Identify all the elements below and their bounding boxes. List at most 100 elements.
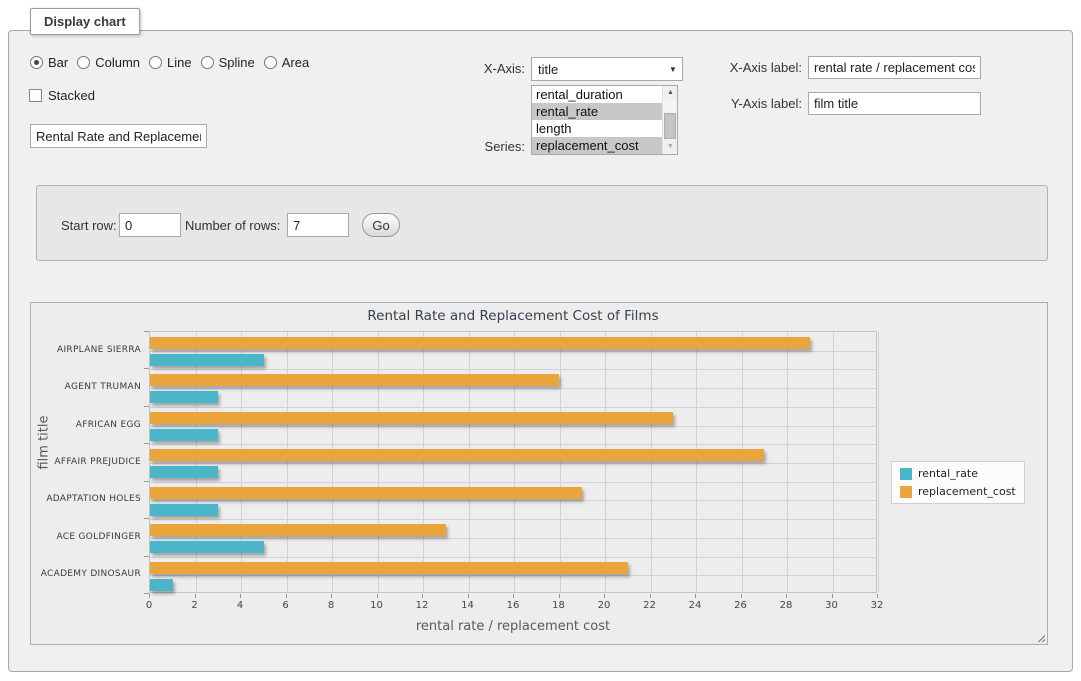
y-axis-tick (144, 556, 149, 557)
x-axis-tick (786, 594, 787, 598)
legend-swatch-icon (900, 468, 912, 480)
scroll-down-icon[interactable]: ▼ (663, 140, 678, 154)
x-axis-tick-label: 26 (726, 600, 756, 611)
series-option-rental_duration[interactable]: rental_duration (532, 86, 662, 103)
chart-type-radio-bar[interactable]: Bar (30, 55, 68, 70)
gridline-horizontal (150, 351, 876, 352)
chart-legend: rental_ratereplacement_cost (891, 461, 1025, 504)
gridline-vertical (742, 332, 743, 592)
gridline-vertical (696, 332, 697, 592)
y-axis-label-label: Y-Axis label: (712, 96, 802, 111)
gridline-horizontal (150, 519, 876, 520)
stacked-label: Stacked (48, 88, 95, 103)
x-axis-tick (422, 594, 423, 598)
chart-title-input[interactable] (30, 124, 207, 148)
panel-title: Display chart (30, 8, 140, 35)
x-axis-select[interactable]: title ▼ (531, 57, 683, 81)
category-label: AGENT TRUMAN (33, 382, 141, 392)
radio-label: Bar (48, 55, 68, 70)
gridline-horizontal (150, 538, 876, 539)
number-of-rows-input[interactable] (287, 213, 349, 237)
x-axis-tick-label: 14 (453, 600, 483, 611)
stacked-checkbox[interactable] (29, 89, 42, 102)
resize-grip-icon[interactable] (1035, 632, 1045, 642)
bar-rental_rate-adaptation-holes (150, 504, 218, 516)
y-axis-tick (144, 368, 149, 369)
bar-rental_rate-agent-truman (150, 391, 218, 403)
series-option-rental_rate[interactable]: rental_rate (532, 103, 662, 120)
legend-label: rental_rate (918, 467, 978, 480)
x-axis-tick-label: 12 (407, 600, 437, 611)
category-label: AIRPLANE SIERRA (33, 345, 141, 355)
chart-type-radio-area[interactable]: Area (264, 55, 309, 70)
bar-replacement_cost-academy-dinosaur (150, 562, 628, 574)
gridline-horizontal (150, 575, 876, 576)
y-axis-tick (144, 518, 149, 519)
gridline-vertical (651, 332, 652, 592)
x-axis-select-label: X-Axis: (460, 61, 525, 76)
x-axis-tick (832, 594, 833, 598)
series-options: rental_durationrental_ratelengthreplacem… (532, 86, 662, 154)
x-axis-tick-label: 4 (225, 600, 255, 611)
go-button[interactable]: Go (362, 213, 400, 237)
bar-rental_rate-airplane-sierra (150, 354, 264, 366)
gridline-horizontal (150, 369, 876, 370)
radio-icon[interactable] (77, 56, 90, 69)
chart-plot-area (149, 331, 877, 593)
x-axis-tick-label: 16 (498, 600, 528, 611)
bar-replacement_cost-adaptation-holes (150, 487, 582, 499)
x-axis-tick-label: 22 (635, 600, 665, 611)
gridline-vertical (560, 332, 561, 592)
gridline-vertical (787, 332, 788, 592)
gridline-vertical (469, 332, 470, 592)
chart-type-radio-line[interactable]: Line (149, 55, 192, 70)
x-axis-tick (513, 594, 514, 598)
scroll-up-icon[interactable]: ▲ (663, 86, 678, 100)
gridline-vertical (287, 332, 288, 592)
gridline-horizontal (150, 388, 876, 389)
gridline-vertical (878, 332, 879, 592)
bar-replacement_cost-affair-prejudice (150, 449, 764, 461)
radio-icon[interactable] (201, 56, 214, 69)
chart-x-axis-title: rental rate / replacement cost (149, 619, 877, 634)
series-multiselect[interactable]: rental_durationrental_ratelengthreplacem… (531, 85, 678, 155)
legend-swatch-icon (900, 486, 912, 498)
radio-label: Column (95, 55, 140, 70)
x-axis-tick-label: 24 (680, 600, 710, 611)
x-axis-tick (240, 594, 241, 598)
stacked-option[interactable]: Stacked (29, 88, 95, 103)
chart-type-radio-group: Bar Column Line Spline Area (30, 55, 309, 70)
x-axis-label-input[interactable] (808, 56, 981, 79)
series-list-label: Series: (460, 139, 525, 154)
series-option-replacement_cost[interactable]: replacement_cost (532, 137, 662, 154)
chart-type-radio-spline[interactable]: Spline (201, 55, 255, 70)
x-axis-tick (468, 594, 469, 598)
gridline-horizontal (150, 444, 876, 445)
x-axis-tick (877, 594, 878, 598)
bar-replacement_cost-ace-goldfinger (150, 524, 446, 536)
start-row-input[interactable] (119, 213, 181, 237)
x-axis-tick (286, 594, 287, 598)
x-axis-tick (149, 594, 150, 598)
radio-icon[interactable] (30, 56, 43, 69)
radio-label: Area (282, 55, 309, 70)
x-axis-tick-label: 8 (316, 600, 346, 611)
gridline-horizontal (150, 426, 876, 427)
bar-rental_rate-academy-dinosaur (150, 579, 173, 591)
series-option-length[interactable]: length (532, 120, 662, 137)
row-range-fieldset: Start row: Number of rows: Go (36, 185, 1048, 261)
radio-label: Line (167, 55, 192, 70)
x-axis-tick (695, 594, 696, 598)
chart-type-radio-column[interactable]: Column (77, 55, 140, 70)
x-axis-tick (604, 594, 605, 598)
radio-icon[interactable] (149, 56, 162, 69)
x-axis-selected-value: title (532, 62, 664, 77)
bar-rental_rate-african-egg (150, 429, 218, 441)
x-axis-tick-label: 10 (362, 600, 392, 611)
x-axis-tick (195, 594, 196, 598)
scrollbar-thumb[interactable] (664, 113, 676, 139)
y-axis-label-input[interactable] (808, 92, 981, 115)
number-of-rows-label: Number of rows: (185, 218, 280, 233)
radio-icon[interactable] (264, 56, 277, 69)
series-scrollbar[interactable]: ▲ ▼ (662, 86, 677, 154)
